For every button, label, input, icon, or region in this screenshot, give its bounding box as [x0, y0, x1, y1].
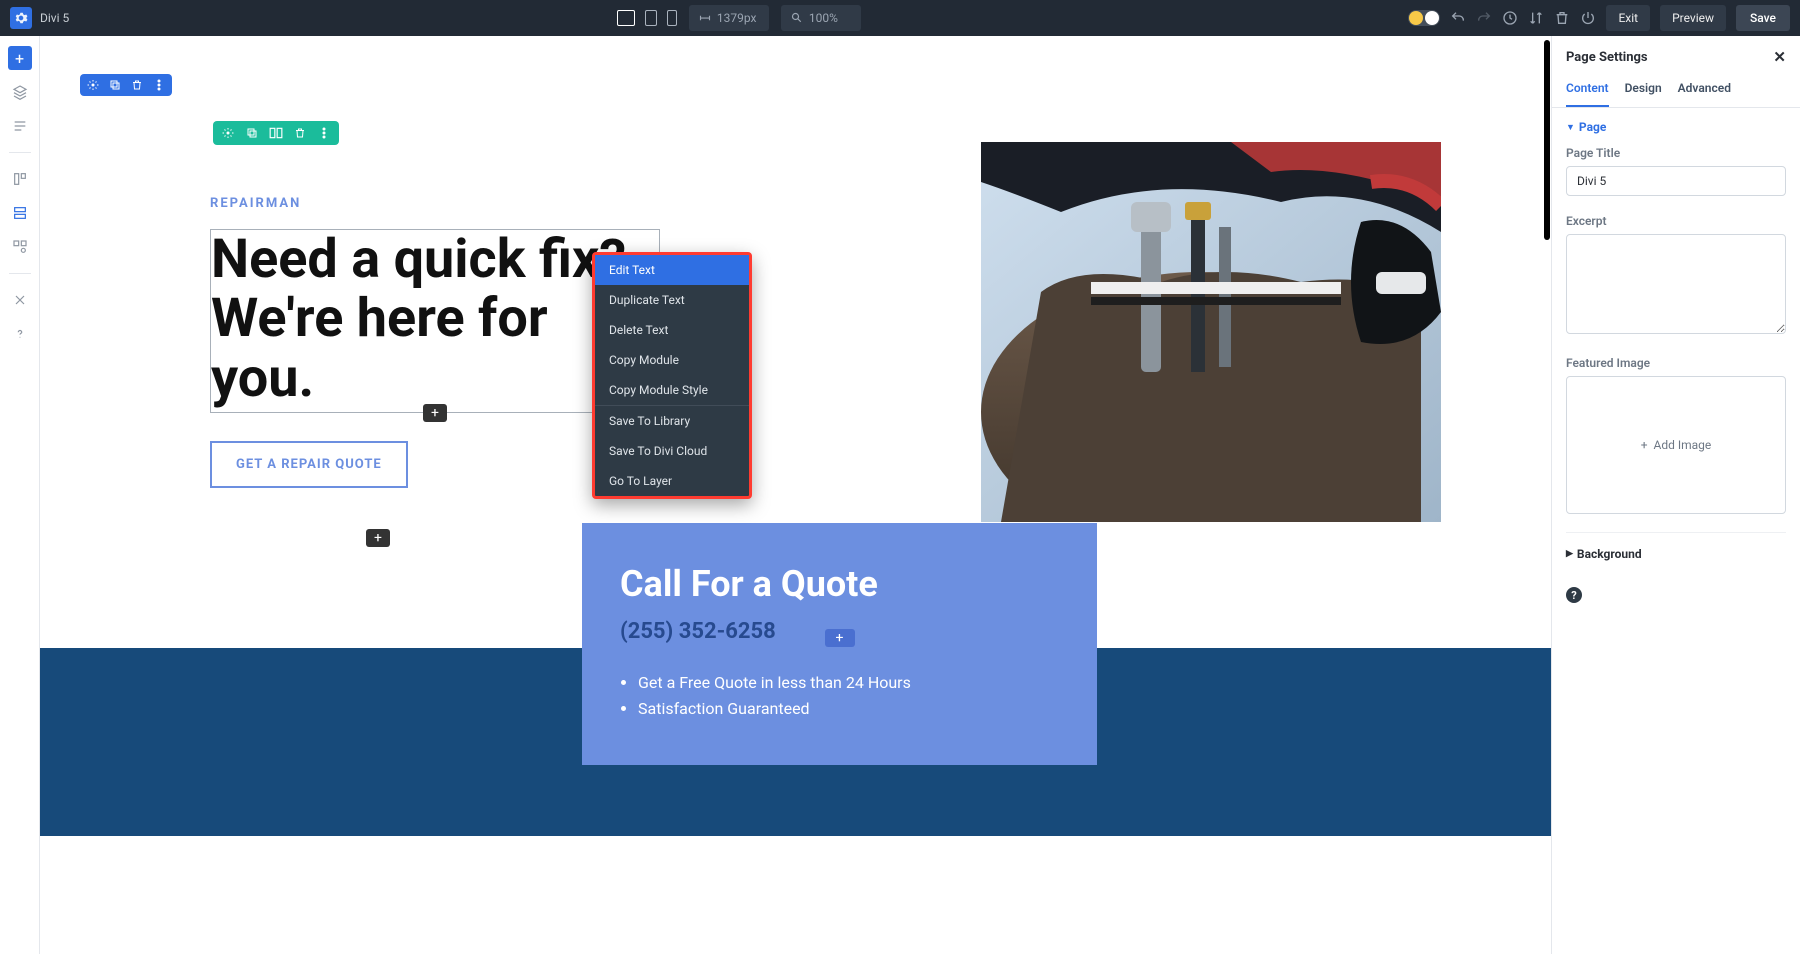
scrollbar-thumb[interactable]	[1544, 40, 1550, 240]
page-content: REPAIRMAN Need a quick fix? We're here f…	[40, 36, 1551, 756]
zoom-value: 100%	[809, 11, 838, 25]
ctx-copy-module[interactable]: Copy Module	[595, 345, 749, 375]
ctx-go-to-layer[interactable]: Go To Layer	[595, 466, 749, 496]
quote-card-title: Call For a Quote	[620, 563, 1059, 605]
list-item: Satisfaction Guaranteed	[638, 696, 1059, 722]
preview-button[interactable]: Preview	[1660, 5, 1726, 31]
quote-card: Call For a Quote + (255) 352-6258 Get a …	[582, 523, 1097, 765]
row-settings-icon[interactable]	[221, 126, 235, 140]
excerpt-label: Excerpt	[1566, 214, 1786, 228]
panel-header: Page Settings ✕	[1552, 36, 1800, 75]
canvas-width-input[interactable]: 1379px	[689, 5, 769, 31]
add-image-label: Add Image	[1654, 438, 1712, 452]
plus-icon: +	[1641, 438, 1648, 452]
desktop-viewport-button[interactable]	[617, 10, 635, 26]
section-duplicate-icon[interactable]	[108, 78, 122, 92]
eyebrow-text: REPAIRMAN	[210, 196, 660, 211]
phone-viewport-button[interactable]	[667, 10, 677, 26]
row-duplicate-icon[interactable]	[245, 126, 259, 140]
row-more-icon[interactable]	[317, 126, 331, 140]
excerpt-textarea[interactable]	[1566, 234, 1786, 334]
sidebar-divider	[9, 273, 31, 274]
row-delete-icon[interactable]	[293, 126, 307, 140]
section-more-icon[interactable]	[152, 78, 166, 92]
add-image-box[interactable]: + Add Image	[1566, 376, 1786, 514]
ctx-duplicate-text[interactable]: Duplicate Text	[595, 285, 749, 315]
group-background-label: Background	[1577, 547, 1642, 561]
row-toolbar	[213, 121, 339, 145]
tab-design[interactable]: Design	[1625, 75, 1662, 107]
panel-body: ▼ Page Page Title Excerpt Featured Image…	[1552, 108, 1800, 954]
headline-text: Need a quick fix? We're here for you.	[211, 230, 655, 408]
cta-button[interactable]: GET A REPAIR QUOTE	[210, 441, 408, 488]
layers-icon[interactable]	[8, 80, 32, 104]
section-delete-icon[interactable]	[130, 78, 144, 92]
topbar-right: Exit Preview Save	[1408, 5, 1790, 31]
page-settings-icon[interactable]	[10, 7, 32, 29]
wireframe-icon[interactable]	[8, 167, 32, 191]
hero-section: REPAIRMAN Need a quick fix? We're here f…	[40, 36, 1551, 756]
tab-advanced[interactable]: Advanced	[1678, 75, 1731, 107]
group-page[interactable]: ▼ Page	[1566, 120, 1786, 134]
toggle-handle	[1425, 11, 1439, 25]
history-icon[interactable]	[1502, 10, 1518, 26]
redo-icon[interactable]	[1476, 10, 1492, 26]
quote-card-list: Get a Free Quote in less than 24 Hours S…	[620, 670, 1059, 721]
page-name: Divi 5	[40, 11, 69, 25]
sidebar-divider	[9, 152, 31, 153]
page-title-input[interactable]	[1566, 166, 1786, 196]
ctx-delete-text[interactable]: Delete Text	[595, 315, 749, 345]
sort-icon[interactable]	[1528, 10, 1544, 26]
tools-icon[interactable]	[8, 288, 32, 312]
close-icon[interactable]: ✕	[1773, 50, 1786, 65]
add-element-button[interactable]: +	[8, 46, 32, 70]
sun-icon	[1409, 11, 1423, 25]
left-sidebar: +	[0, 36, 40, 954]
zoom-input[interactable]: 100%	[781, 5, 861, 31]
caret-down-icon: ▼	[1566, 122, 1575, 133]
power-icon[interactable]	[1580, 10, 1596, 26]
list-item: Get a Free Quote in less than 24 Hours	[638, 670, 1059, 696]
page-title-label: Page Title	[1566, 146, 1786, 160]
caret-right-icon: ▶	[1566, 549, 1573, 559]
help-badge-icon[interactable]: ?	[1566, 587, 1582, 603]
featured-image-label: Featured Image	[1566, 356, 1786, 370]
group-page-label: Page	[1579, 120, 1606, 134]
ctx-edit-text[interactable]: Edit Text	[595, 255, 749, 285]
click-mode-icon[interactable]	[8, 201, 32, 225]
tab-content[interactable]: Content	[1566, 75, 1609, 107]
viewport-toggle	[617, 10, 677, 26]
help-icon[interactable]	[8, 322, 32, 346]
add-row-button[interactable]: +	[366, 529, 390, 547]
row-columns-icon[interactable]	[269, 126, 283, 140]
topbar-left: Divi 5	[10, 7, 69, 29]
ctx-save-divi-cloud[interactable]: Save To Divi Cloud	[595, 436, 749, 466]
hero-image	[981, 142, 1441, 522]
panel-title: Page Settings	[1566, 50, 1648, 65]
canvas-width-value: 1379px	[717, 11, 757, 25]
right-panel: Page Settings ✕ Content Design Advanced …	[1551, 36, 1800, 954]
ctx-save-library[interactable]: Save To Library	[595, 406, 749, 436]
grid-mode-icon[interactable]	[8, 235, 32, 259]
save-button[interactable]: Save	[1736, 5, 1790, 31]
add-module-button[interactable]: +	[423, 404, 447, 422]
section-toolbar	[80, 74, 172, 96]
context-menu: Edit Text Duplicate Text Delete Text Cop…	[592, 252, 752, 499]
ctx-copy-module-style[interactable]: Copy Module Style	[595, 375, 749, 405]
canvas[interactable]: REPAIRMAN Need a quick fix? We're here f…	[40, 36, 1551, 954]
trash-icon[interactable]	[1554, 10, 1570, 26]
tablet-viewport-button[interactable]	[645, 10, 657, 26]
exit-button[interactable]: Exit	[1606, 5, 1650, 31]
group-background[interactable]: ▶ Background	[1566, 532, 1786, 575]
undo-icon[interactable]	[1450, 10, 1466, 26]
list-icon[interactable]	[8, 114, 32, 138]
section-settings-icon[interactable]	[86, 78, 100, 92]
theme-toggle[interactable]	[1408, 10, 1440, 26]
quote-add-button[interactable]: +	[825, 629, 855, 647]
panel-tabs: Content Design Advanced	[1552, 75, 1800, 108]
topbar-center: 1379px 100%	[617, 5, 861, 31]
top-bar: Divi 5 1379px 100% Exit Preview Save	[0, 0, 1800, 36]
